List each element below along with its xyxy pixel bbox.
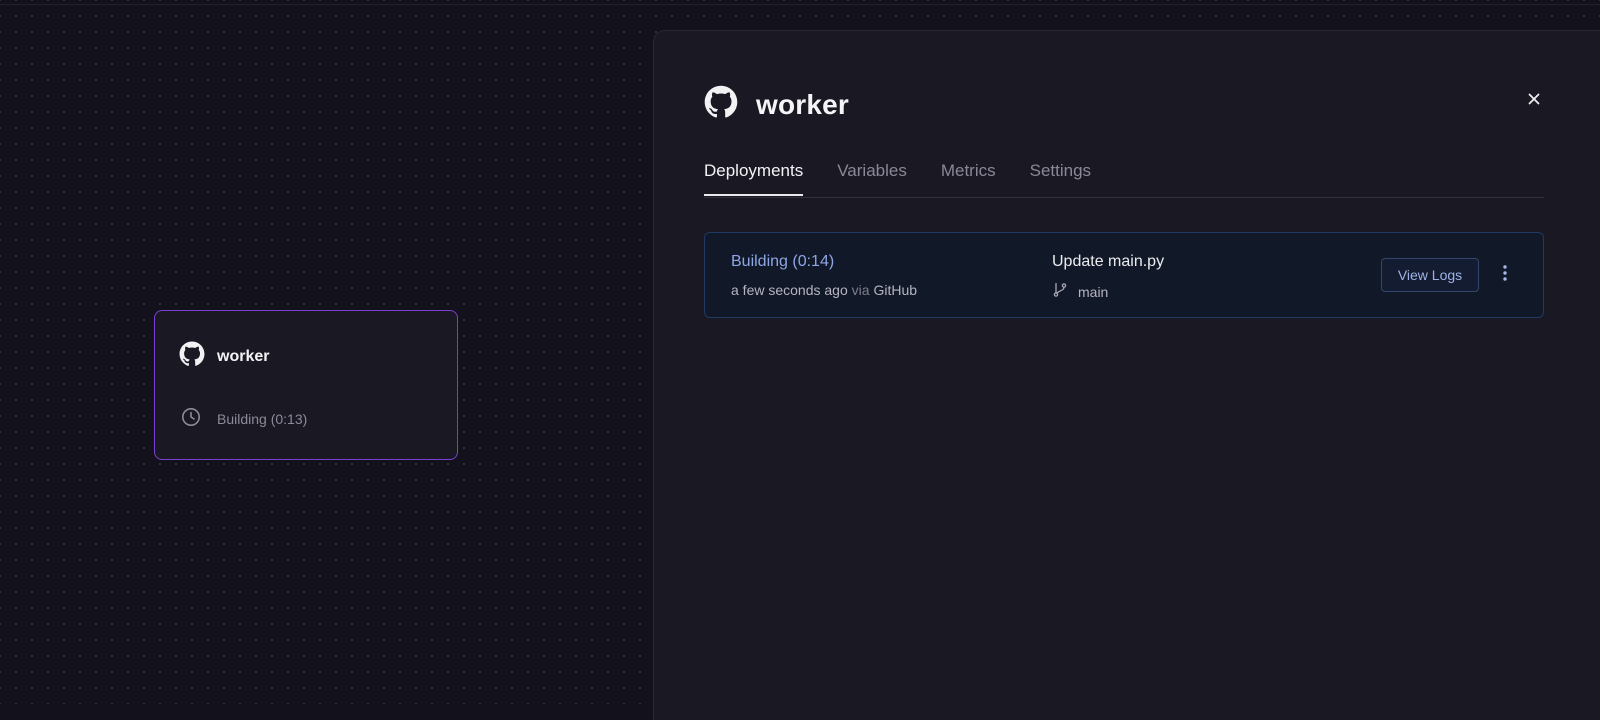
deployment-status: Building (0:14) — [731, 253, 835, 270]
deployment-commit-message: Update main.py — [1052, 253, 1165, 270]
tab-metrics[interactable]: Metrics — [941, 159, 996, 196]
clock-icon — [181, 407, 201, 430]
deployment-branch: main — [1052, 282, 1108, 301]
service-card-title: worker — [217, 347, 270, 365]
deployment-time: a few seconds ago — [731, 282, 848, 298]
tab-settings[interactable]: Settings — [1030, 159, 1091, 196]
tab-deployments[interactable]: Deployments — [704, 159, 804, 196]
panel-tabs: Deployments Variables Metrics Settings — [704, 159, 1544, 198]
panel-header: worker — [704, 85, 849, 124]
more-vertical-icon — [1502, 264, 1508, 287]
git-branch-icon — [1052, 282, 1068, 301]
deployment-via-label: via — [851, 282, 870, 298]
panel-title: worker — [756, 88, 850, 120]
service-card-status-text: Building (0:13) — [217, 410, 308, 427]
close-icon — [1528, 92, 1540, 110]
close-button[interactable] — [1524, 91, 1544, 111]
top-divider — [0, 4, 1600, 5]
view-logs-button[interactable]: View Logs — [1381, 258, 1479, 292]
service-card-worker[interactable]: worker Building (0:13) — [154, 310, 458, 460]
deployment-source: GitHub — [873, 282, 918, 298]
github-icon — [179, 341, 205, 372]
service-card-header: worker — [179, 341, 269, 372]
github-icon — [704, 85, 738, 124]
deployment-branch-name: main — [1078, 283, 1109, 300]
service-card-status: Building (0:13) — [181, 407, 307, 430]
more-options-button[interactable] — [1493, 263, 1517, 287]
deployment-meta: a few seconds ago via GitHub — [731, 282, 917, 298]
deployment-row[interactable]: Building (0:14) a few seconds ago via Gi… — [704, 232, 1544, 318]
service-detail-panel: worker Deployments Variables Metrics Set… — [653, 30, 1600, 720]
tab-variables[interactable]: Variables — [837, 159, 907, 196]
